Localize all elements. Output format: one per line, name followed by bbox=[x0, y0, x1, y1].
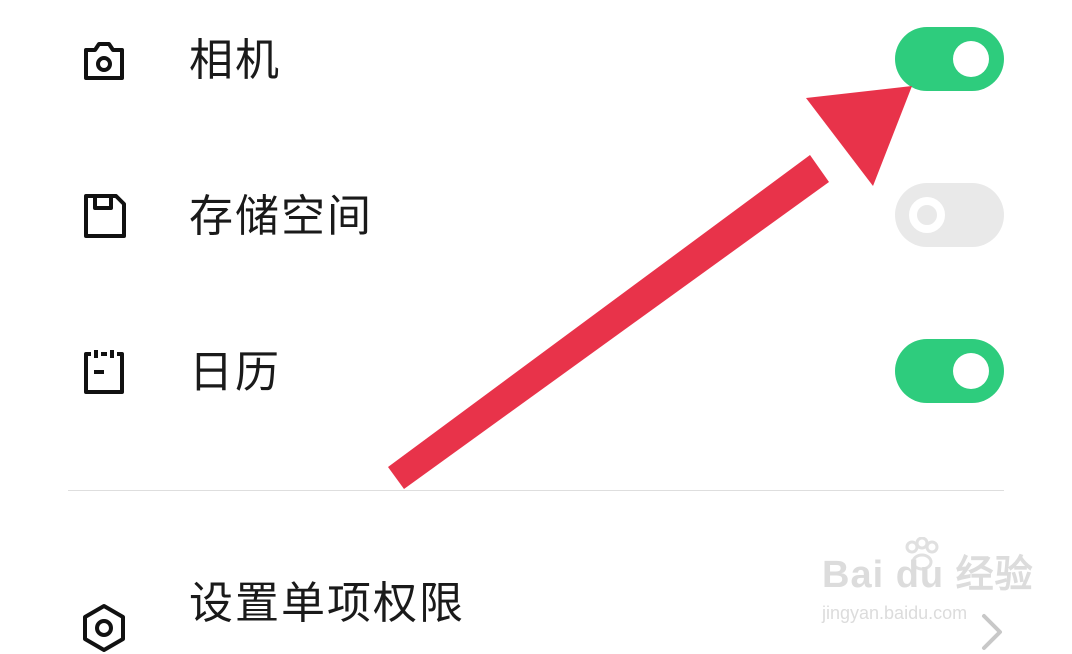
permission-label-camera: 相机 bbox=[189, 35, 281, 86]
chevron-right-icon bbox=[982, 614, 1002, 650]
camera-icon bbox=[84, 42, 124, 80]
watermark-logo: Bai du 经验 bbox=[822, 554, 1034, 596]
annotation-arrow bbox=[388, 86, 912, 489]
settings-label: 设置单项权限 bbox=[189, 578, 465, 629]
storage-toggle[interactable] bbox=[895, 183, 1004, 247]
calendar-toggle[interactable] bbox=[895, 339, 1004, 403]
camera-toggle[interactable] bbox=[895, 27, 1004, 91]
calendar-icon bbox=[84, 350, 124, 394]
settings-hexagon-icon bbox=[83, 604, 125, 652]
permission-label-calendar: 日历 bbox=[189, 347, 281, 398]
storage-icon bbox=[84, 194, 126, 238]
toggle-knob bbox=[953, 41, 989, 77]
watermark-url: jingyan.baidu.com bbox=[822, 603, 968, 623]
toggle-knob bbox=[953, 353, 989, 389]
permission-label-storage: 存储空间 bbox=[189, 191, 373, 242]
paw-icon bbox=[905, 537, 939, 571]
divider bbox=[68, 490, 1004, 491]
toggle-knob bbox=[909, 197, 945, 233]
